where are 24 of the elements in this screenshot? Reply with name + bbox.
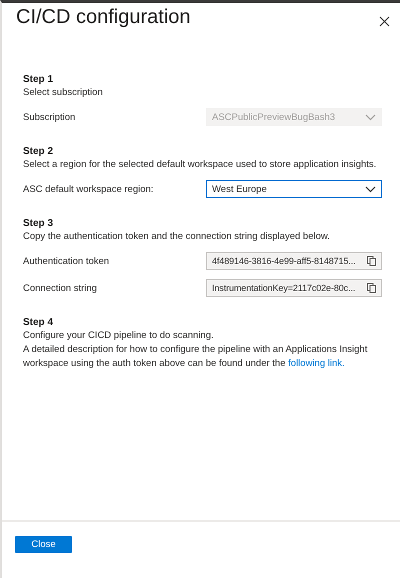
field-label: ASC default workspace region: bbox=[23, 184, 154, 194]
step-description: Select subscription bbox=[23, 86, 104, 99]
field-label: Authentication token bbox=[23, 256, 110, 266]
region-dropdown[interactable]: West Europe bbox=[206, 180, 382, 198]
field-label: Connection string bbox=[23, 282, 98, 294]
close-button[interactable]: Close bbox=[15, 536, 72, 553]
step-heading: Step 1 bbox=[23, 73, 54, 86]
readonly-field[interactable]: 4f489146-3816-4e99-aff5-8148715... bbox=[206, 252, 382, 270]
dialog-title: CI/CD configuration bbox=[16, 6, 191, 29]
step-heading: Step 3 bbox=[23, 217, 54, 230]
copy-icon[interactable] bbox=[367, 256, 376, 266]
close-icon[interactable] bbox=[379, 16, 390, 27]
readonly-field[interactable]: InstrumentationKey=2117c02e-80c... bbox=[206, 279, 382, 297]
chevron-down-icon bbox=[365, 114, 376, 120]
chevron-down-icon bbox=[365, 186, 376, 192]
step-description: Select a region for the selected default workspace used to store application insights. bbox=[23, 158, 378, 171]
help-link[interactable]: following link. bbox=[288, 358, 345, 368]
step-heading: Step 4 bbox=[23, 316, 54, 329]
field-label: Subscription bbox=[23, 112, 76, 122]
copy-icon[interactable] bbox=[367, 283, 376, 293]
instruction-paragraph: A detailed description for how to configure the pipeline with an Applications Insight workspace using the auth token above can be found under the following link. bbox=[23, 343, 368, 370]
step-description: Copy the authentication token and the connection string displayed below. bbox=[23, 230, 331, 243]
step-description: Configure your CICD pipeline to do scanning. bbox=[23, 329, 215, 342]
step-heading: Step 2 bbox=[23, 145, 54, 158]
